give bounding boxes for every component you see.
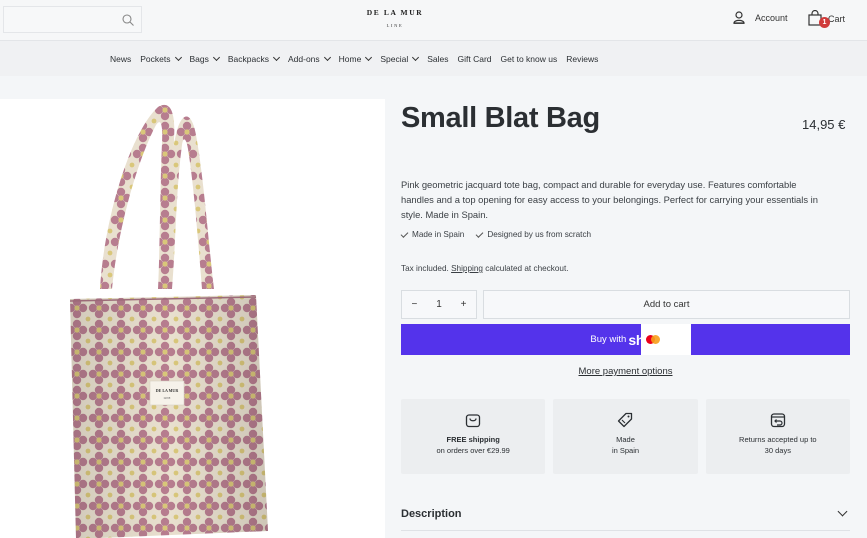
nav-item-label: Gift Card — [457, 54, 492, 64]
product-title: Small Blat Bag — [401, 102, 600, 134]
product-features: Made in Spain Designed by us from scratc… — [400, 229, 592, 239]
cart-label: Cart — [828, 14, 846, 24]
main-navigation: News Pockets Bags Backpacks Add-ons Home Speci… — [0, 40, 867, 76]
card-line-2: 30 days — [764, 446, 791, 455]
card-line-2: in Spain — [611, 446, 640, 455]
benefit-card-returns: Returns accepted up to 30 days — [705, 399, 850, 474]
nav-item-label: Backpacks — [227, 54, 269, 64]
cart-count-badge: 1 — [819, 17, 830, 28]
benefit-card-shipping: FREE shipping on orders over €29.99 — [401, 399, 546, 474]
logo-sub-text: LINE — [386, 23, 404, 28]
more-payment-options-link[interactable]: More payment options — [401, 366, 850, 377]
nav-item-add-ons[interactable]: Add-ons — [288, 53, 331, 64]
nav-item-news[interactable]: News — [110, 54, 131, 64]
increase-quantity-button[interactable]: + — [461, 299, 467, 310]
chevron-down-icon — [837, 506, 848, 517]
search-icon[interactable] — [122, 14, 134, 26]
nav-item-label: Get to know us — [500, 54, 558, 64]
nav-item-special[interactable]: Special — [380, 53, 420, 64]
buy-with-text: Buy with — [590, 334, 627, 345]
nav-item-label: Sales — [427, 54, 449, 64]
account-link[interactable]: Account — [733, 11, 788, 24]
card-line-1: Made — [616, 435, 635, 444]
nav-item-sales[interactable]: Sales — [427, 54, 448, 64]
check-icon — [400, 229, 409, 238]
nav-item-backpacks[interactable]: Backpacks — [227, 53, 281, 64]
description-accordion-label: Description — [401, 507, 462, 520]
quantity-value[interactable]: 1 — [436, 299, 442, 310]
tag-icon — [618, 412, 633, 428]
feature-item: Designed by us from scratch — [475, 229, 592, 239]
returns-icon — [770, 413, 785, 428]
tax-note: Tax included. Shipping calculated at che… — [401, 264, 569, 273]
product-section: DE LA MUR LINE Small Blat Bag 14,95 € Pi… — [0, 76, 867, 538]
add-to-cart-button[interactable]: Add to cart — [483, 290, 850, 319]
nav-item-label: Pockets — [140, 54, 171, 64]
cart-link[interactable]: 1 Cart — [808, 9, 846, 28]
tax-prefix: Tax included. — [401, 264, 452, 273]
nav-item-bags[interactable]: Bags — [189, 53, 220, 64]
bag-icon — [466, 414, 481, 428]
benefit-card-made-in: Made in Spain — [553, 399, 698, 474]
nav-item-label: Add-ons — [288, 54, 320, 64]
nav-item-home[interactable]: Home — [338, 53, 373, 64]
quantity-stepper[interactable]: − 1 + — [401, 290, 477, 319]
chevron-down-icon — [412, 53, 420, 62]
bag-label-sub: LINE — [164, 396, 171, 400]
chevron-down-icon — [272, 53, 281, 62]
decrease-quantity-button[interactable]: − — [411, 299, 417, 310]
nav-item-reviews[interactable]: Reviews — [566, 54, 598, 64]
nav-item-label: Home — [338, 54, 362, 64]
logo-main-text: DE LA MUR — [366, 8, 424, 17]
description-accordion[interactable]: Description — [401, 497, 850, 531]
feature-label: Designed by us from scratch — [487, 230, 592, 239]
product-image[interactable]: DE LA MUR LINE — [0, 99, 385, 538]
nav-item-label: Bags — [189, 54, 209, 64]
card-line-1: Returns accepted up to — [739, 435, 817, 444]
nav-item-label: News — [110, 54, 132, 64]
tote-bag-illustration: DE LA MUR LINE — [69, 104, 268, 538]
brand-logo[interactable]: DE LA MUR LINE — [350, 8, 440, 28]
chevron-down-icon — [212, 53, 220, 62]
chevron-down-icon — [365, 53, 373, 62]
card-line-2: on orders over €29.99 — [436, 446, 510, 455]
tax-suffix: calculated at checkout. — [482, 264, 569, 273]
feature-label: Made in Spain — [412, 230, 465, 239]
nav-item-get-to-know-us[interactable]: Get to know us — [501, 54, 558, 64]
shipping-link[interactable]: Shipping — [451, 264, 483, 273]
user-icon — [733, 11, 745, 24]
chevron-down-icon — [323, 53, 331, 62]
feature-item: Made in Spain — [400, 229, 465, 239]
search-input[interactable] — [3, 6, 142, 33]
product-description: Pink geometric jacquard tote bag, compac… — [401, 179, 818, 220]
mastercard-icon — [646, 335, 660, 344]
check-icon — [475, 229, 484, 238]
nav-item-pockets[interactable]: Pockets — [140, 53, 182, 64]
bag-label-main: DE LA MUR — [156, 388, 179, 393]
chevron-down-icon — [174, 53, 182, 62]
product-price: 14,95 € — [802, 117, 846, 132]
site-header: DE LA MUR LINE Account 1 Cart — [0, 0, 867, 40]
benefit-cards: FREE shipping on orders over €29.99 Made… — [401, 399, 850, 474]
nav-item-label: Reviews — [566, 54, 599, 64]
nav-item-gift-card[interactable]: Gift Card — [458, 54, 492, 64]
nav-item-label: Special — [380, 54, 409, 64]
card-line-1: FREE shipping — [446, 435, 500, 444]
nav-list: News Pockets Bags Backpacks Add-ons Home Speci… — [110, 41, 598, 77]
buy-with-shop-button[interactable]: Buy with shop — [401, 324, 850, 355]
account-label: Account — [755, 12, 788, 23]
